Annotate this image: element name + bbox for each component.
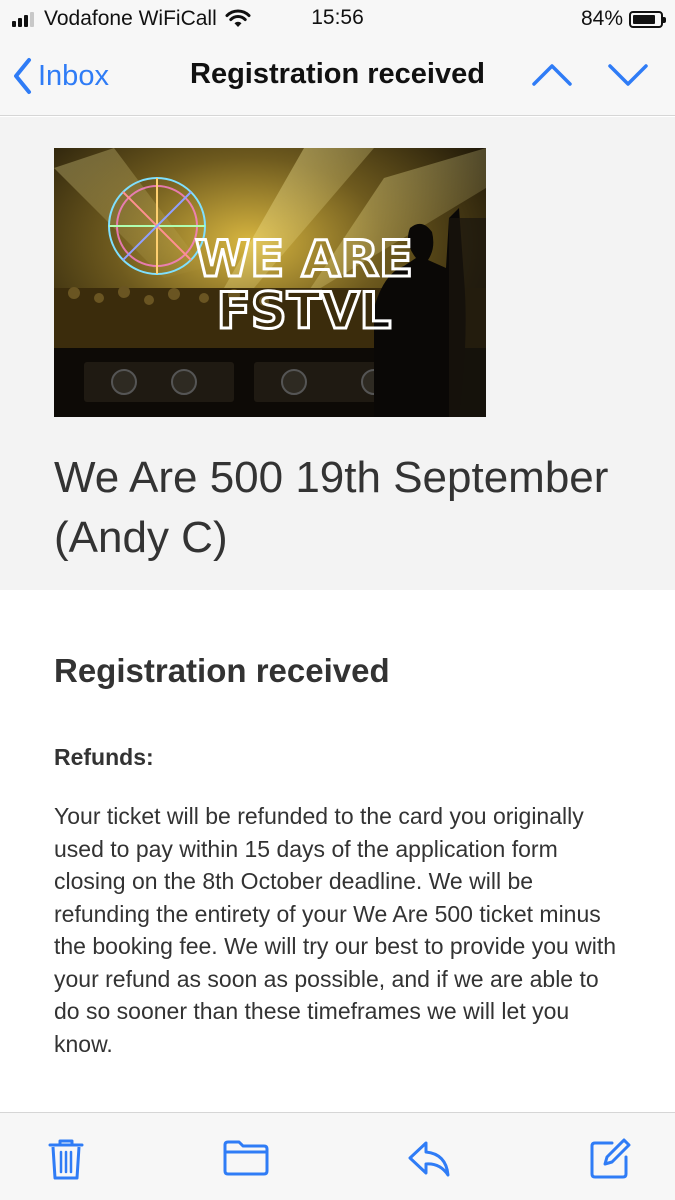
battery-level-fill: [633, 14, 655, 24]
email-body: Registration received Refunds: Your tick…: [0, 590, 675, 1112]
chevron-up-icon: [532, 64, 572, 86]
banner-logo-line-1: WE ARE: [195, 230, 413, 288]
reply-button[interactable]: [406, 1137, 452, 1184]
festival-photo: WE ARE FSTVL: [54, 148, 486, 417]
previous-message-button[interactable]: [530, 60, 574, 95]
reply-icon: [408, 1141, 450, 1177]
delete-button[interactable]: [46, 1137, 86, 1186]
move-to-folder-button[interactable]: [222, 1137, 270, 1182]
battery-percent: 84%: [580, 7, 623, 30]
festival-banner-image: WE ARE FSTVL: [54, 148, 486, 417]
trash-icon: [48, 1139, 84, 1180]
refund-paragraph: Your ticket will be refunded to the card…: [54, 803, 617, 1057]
compose-button[interactable]: [588, 1137, 632, 1186]
status-right: 84%: [580, 6, 666, 32]
email-header: WE ARE FSTVL We Are 500 19th September (…: [0, 117, 675, 590]
chevron-down-icon: [608, 64, 648, 86]
bottom-toolbar: [0, 1112, 675, 1200]
clock: 15:56: [311, 6, 364, 29]
back-button-label: Inbox: [38, 59, 109, 92]
status-bar: Vodafone WiFiCall 15:56 84%: [0, 0, 675, 40]
back-to-inbox-button[interactable]: Inbox: [12, 54, 109, 98]
banner-logo-line-2: FSTVL: [217, 282, 392, 340]
mail-screen: Vodafone WiFiCall 15:56 84% Inbox Regist…: [0, 0, 675, 1200]
email-heading: Registration received: [54, 652, 390, 689]
refunds-label: Refunds:: [54, 744, 154, 770]
navigation-bar: Inbox Registration received: [0, 40, 675, 116]
event-title: We Are 500 19th September (Andy C): [54, 453, 609, 562]
compose-icon: [590, 1138, 631, 1179]
chevron-left-icon: [14, 58, 31, 94]
next-message-button[interactable]: [606, 60, 650, 95]
battery-icon: [629, 10, 666, 28]
folder-icon: [223, 1140, 269, 1176]
